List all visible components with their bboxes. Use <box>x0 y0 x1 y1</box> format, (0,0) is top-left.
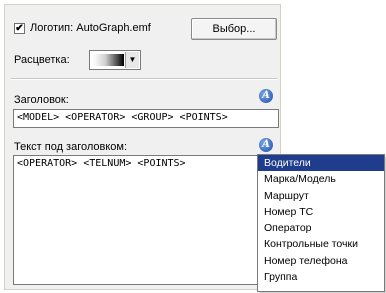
chevron-down-icon[interactable]: ▼ <box>125 52 139 68</box>
separator <box>11 78 277 80</box>
subtitle-label: Текст под заголовком: <box>14 141 128 153</box>
header-label: Заголовок: <box>14 94 69 106</box>
header-input[interactable]: <MODEL> <OPERATOR> <GROUP> <POINTS> <box>13 109 279 128</box>
menu-item-checkpoints[interactable]: Контрольные точки <box>258 236 384 252</box>
menu-item-group[interactable]: Группа <box>258 269 384 285</box>
menu-item-vehicle-number[interactable]: Номер ТС <box>258 204 384 220</box>
field-dropdown-menu: Водители Марка/Модель Маршрут Номер ТС О… <box>257 154 385 292</box>
menu-item-make-model[interactable]: Марка/Модель <box>258 171 384 187</box>
menu-item-phone-number[interactable]: Номер телефона <box>258 253 384 269</box>
insert-field-icon[interactable]: A <box>259 89 273 103</box>
menu-item-route[interactable]: Маршрут <box>258 188 384 204</box>
logo-label: Логотип: AutoGraph.emf <box>30 22 151 34</box>
gradient-swatch <box>93 54 124 66</box>
insert-field-icon[interactable]: A <box>259 138 273 152</box>
settings-panel: ✔ Логотип: AutoGraph.emf Выбор... Расцве… <box>4 4 281 290</box>
logo-checkbox[interactable]: ✔ <box>14 23 25 34</box>
menu-item-operator[interactable]: Оператор <box>258 220 384 236</box>
color-scheme-dropdown[interactable]: ▼ <box>89 50 141 70</box>
subtitle-textarea[interactable]: <OPERATOR> <TELNUM> <POINTS> <box>13 155 279 285</box>
color-scheme-label: Расцветка: <box>14 54 70 66</box>
choose-button[interactable]: Выбор... <box>191 18 277 40</box>
menu-item-drivers[interactable]: Водители <box>258 155 384 172</box>
